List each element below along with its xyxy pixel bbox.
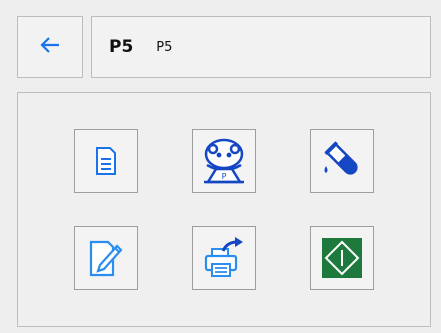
back-button[interactable] (17, 16, 83, 78)
test-tube-icon (317, 136, 367, 186)
start-diamond-icon (322, 238, 362, 278)
svg-text:P: P (222, 172, 227, 181)
action-panel: P (17, 92, 431, 327)
header-title-bar: P5 P5 (91, 16, 431, 78)
document-icon (94, 146, 118, 176)
edit-note-button[interactable] (74, 226, 138, 290)
print-share-button[interactable] (192, 226, 256, 290)
operator-button[interactable]: P (192, 129, 256, 193)
document-button[interactable] (74, 129, 138, 193)
edit-note-icon (86, 237, 126, 279)
test-tube-button[interactable] (310, 129, 374, 193)
arrow-left-icon (39, 35, 61, 59)
start-button[interactable] (310, 226, 374, 290)
print-share-icon (201, 235, 247, 281)
page-subtitle: P5 (156, 39, 173, 55)
operator-face-icon: P (198, 135, 250, 187)
page-title: P5 (109, 37, 134, 57)
